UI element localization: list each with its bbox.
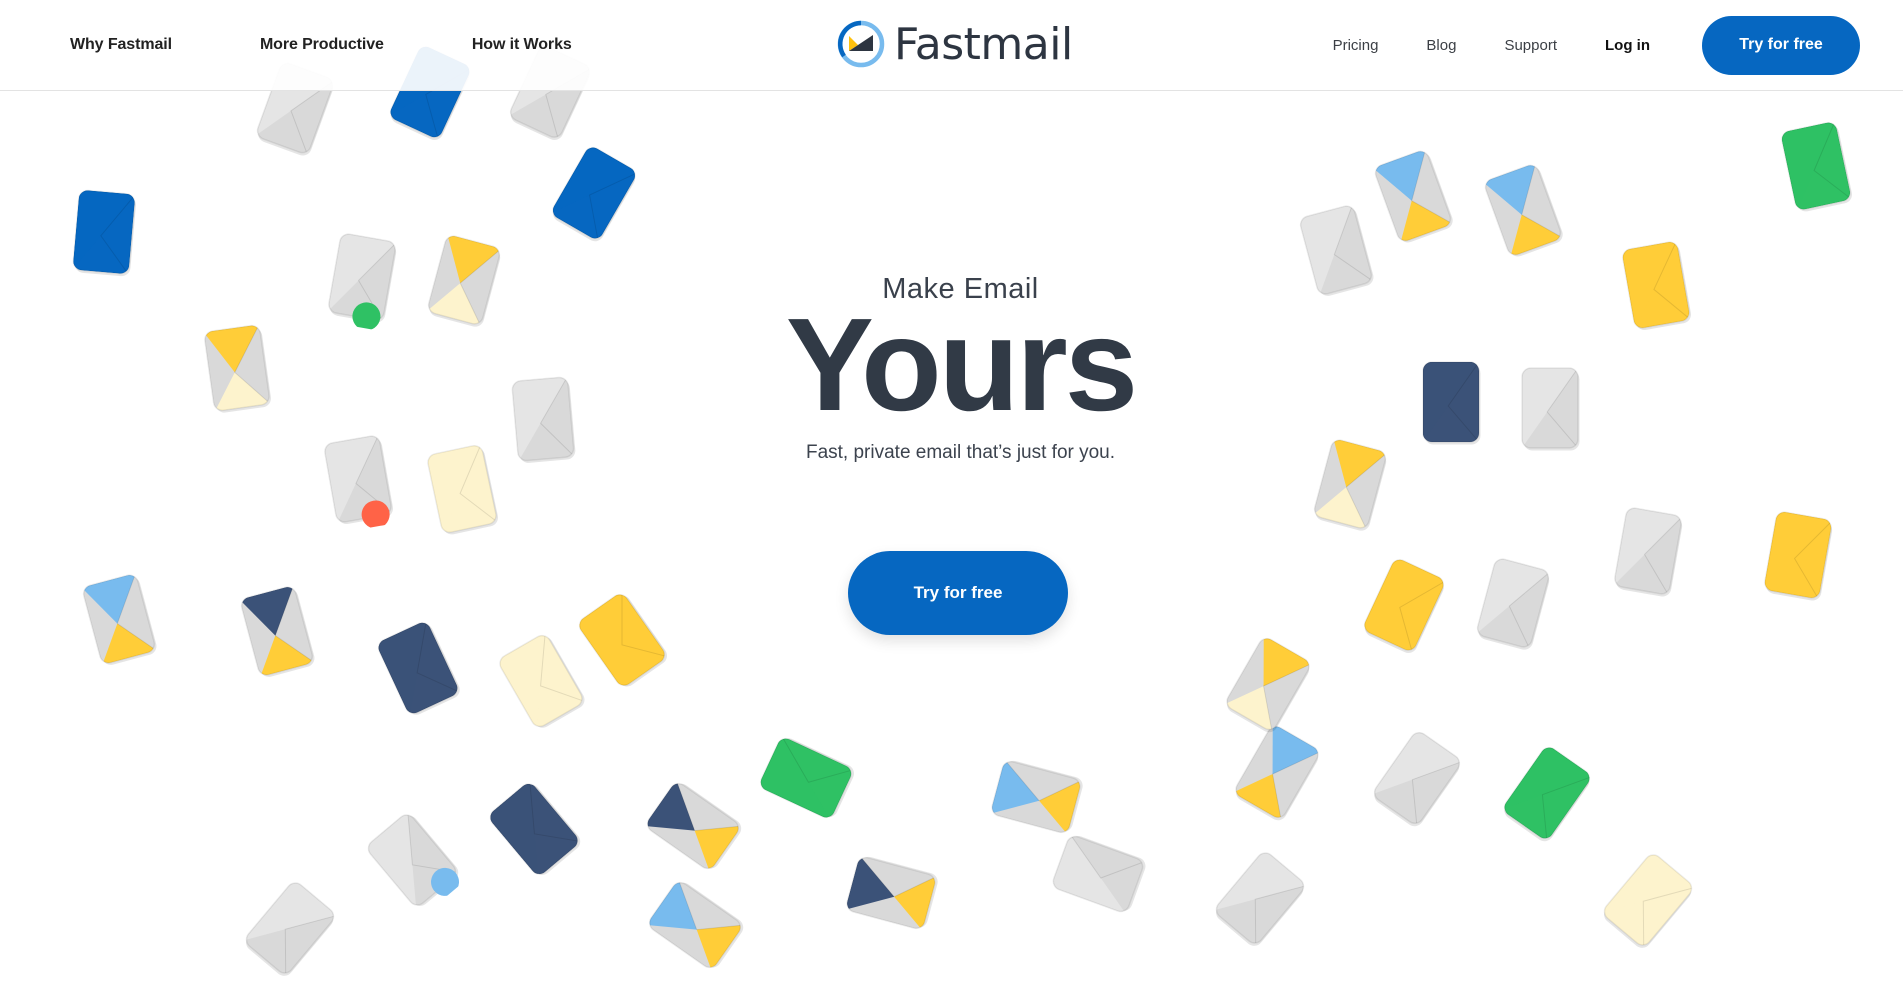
nav-why-fastmail[interactable]: Why Fastmail — [70, 36, 172, 54]
fastmail-logo[interactable]: Fastmail — [836, 17, 1073, 71]
header-try-for-free-button[interactable]: Try for free — [1702, 15, 1860, 75]
nav-more-productive[interactable]: More Productive — [260, 36, 384, 54]
primary-nav: Why Fastmail More Productive How it Work… — [70, 0, 660, 90]
envelope-icon — [1600, 851, 1696, 949]
envelope-icon — [72, 189, 136, 277]
envelope-icon — [242, 879, 338, 977]
envelope-icon — [486, 780, 582, 878]
envelope-icon — [549, 144, 639, 242]
envelope-icon — [845, 855, 938, 931]
site-header: Why Fastmail More Productive How it Work… — [0, 0, 1903, 91]
decorative-envelopes — [0, 0, 1903, 977]
envelope-icon — [81, 573, 157, 665]
envelope-icon — [644, 780, 742, 872]
nav-how-it-works[interactable]: How it Works — [472, 36, 572, 54]
logo-wordmark: Fastmail — [894, 18, 1073, 70]
fastmail-logo-icon — [837, 20, 885, 68]
envelope-icon — [1223, 635, 1313, 733]
envelope-icon — [757, 735, 855, 821]
envelope-icon — [1373, 148, 1453, 244]
envelope-icon — [1361, 556, 1447, 654]
secondary-nav: Pricing Blog Support Log in Try for free — [1333, 0, 1860, 90]
login-link[interactable]: Log in — [1605, 37, 1650, 54]
envelope-icon — [1212, 849, 1308, 947]
envelope-icon — [239, 585, 315, 677]
envelope-icon — [646, 879, 744, 971]
envelope-icon — [1613, 506, 1683, 597]
hero-subheadline: Fast, private email that’s just for you. — [805, 442, 1116, 463]
nav-blog[interactable]: Blog — [1426, 37, 1456, 54]
nav-pricing[interactable]: Pricing — [1333, 37, 1379, 54]
envelope-icon — [375, 619, 461, 717]
hero-try-for-free-button[interactable]: Try for free — [848, 551, 1068, 635]
envelope-icon — [1371, 729, 1463, 827]
envelope-icon — [1763, 510, 1833, 601]
nav-support[interactable]: Support — [1504, 37, 1557, 54]
hero-headline: Yours — [785, 291, 1138, 438]
envelope-icon — [1501, 744, 1593, 842]
envelope-icon — [1780, 121, 1853, 212]
envelope-icon — [364, 811, 460, 909]
envelope-icon — [1475, 557, 1551, 650]
envelope-icon — [1483, 162, 1563, 258]
